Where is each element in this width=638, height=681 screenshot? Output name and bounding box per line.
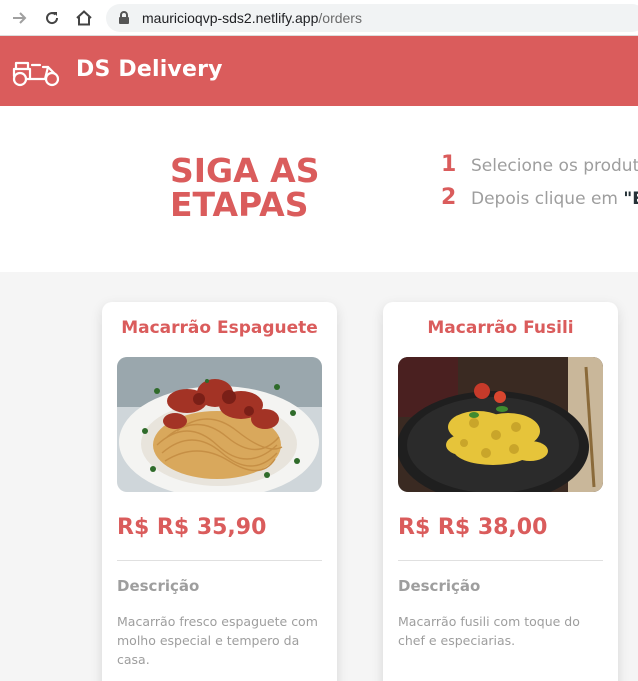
steps-title: SIGA AS ETAPAS [170, 151, 320, 224]
home-button[interactable] [72, 6, 96, 30]
step-text: Depois clique em [471, 189, 624, 209]
step-2: 2 Depois clique em "EI [441, 185, 638, 210]
description-title: Descrição [117, 577, 200, 595]
fusilli-image [398, 357, 603, 492]
product-name: Macarrão Fusili [427, 318, 574, 338]
step-number: 2 [441, 185, 457, 210]
description-title: Descrição [398, 577, 481, 595]
product-image [117, 357, 322, 492]
divider [398, 560, 603, 561]
divider [117, 560, 322, 561]
product-card[interactable]: Macarrão Espaguete R$ R$ 35,90 Descrição… [102, 302, 337, 681]
product-price: R$ R$ 35,90 [117, 515, 267, 540]
step-text: Selecione os produto [471, 156, 638, 176]
home-icon [76, 10, 92, 26]
reload-icon [46, 12, 59, 25]
browser-toolbar: mauricioqvp-sds2.netlify.app/orders [0, 0, 638, 36]
scooter-icon [12, 61, 60, 87]
step-highlight: "EI [623, 189, 638, 209]
brand-name[interactable]: DS Delivery [76, 57, 223, 82]
step-number: 1 [441, 152, 457, 177]
product-description: Macarrão fresco espaguete com molho espe… [117, 614, 318, 667]
spaghetti-image [117, 357, 322, 492]
product-name: Macarrão Espaguete [121, 318, 318, 338]
forward-button[interactable] [8, 6, 32, 30]
url-host: mauricioqvp-sds2.netlify.app [142, 10, 319, 26]
product-card[interactable]: Macarrão Fusili R$ R$ 38,00 Descrição Ma… [383, 302, 618, 681]
address-bar[interactable]: mauricioqvp-sds2.netlify.app/orders [106, 4, 638, 32]
steps-section: SIGA AS ETAPAS 1 Selecione os produto 2 De… [0, 106, 638, 272]
reload-button[interactable] [40, 6, 64, 30]
step-1: 1 Selecione os produto [441, 152, 638, 177]
product-price: R$ R$ 38,00 [398, 515, 548, 540]
lock-icon [119, 11, 129, 24]
arrow-right-icon [13, 12, 27, 24]
url-text: mauricioqvp-sds2.netlify.app/orders [142, 10, 362, 26]
url-path: /orders [318, 10, 362, 26]
product-image [398, 357, 603, 492]
product-description: Macarrão fusili com toque do chef e espe… [398, 614, 580, 648]
app-header: DS Delivery [0, 36, 638, 106]
